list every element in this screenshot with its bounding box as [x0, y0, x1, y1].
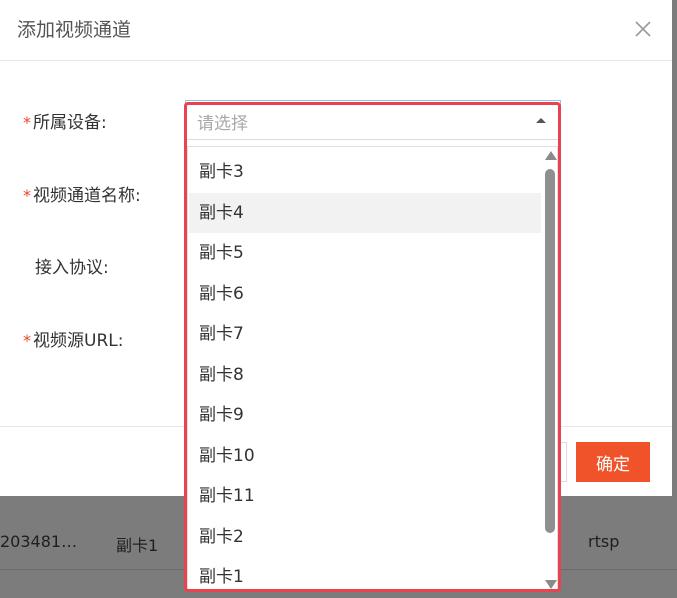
dropdown-option[interactable]: 副卡3 — [189, 152, 541, 192]
dialog-header: 添加视频通道 — [0, 0, 672, 61]
dropdown-scrollbar[interactable] — [542, 147, 557, 589]
dropdown-option[interactable]: 副卡5 — [189, 233, 541, 273]
field-label-device: * 所属设备: — [23, 108, 107, 133]
close-icon — [635, 21, 651, 37]
device-select[interactable]: 请选择 — [185, 100, 561, 140]
field-label-channel-name: * 视频通道名称: — [23, 181, 141, 206]
screen: 203481… 副卡1 rtsp 添加视频通道 * 所属设备: * 视频通道名称: … — [0, 0, 677, 598]
field-label-source-url: * 视频源URL: — [23, 326, 123, 351]
label-text: 视频通道名称: — [33, 186, 141, 206]
close-button[interactable] — [628, 14, 658, 44]
table-cell-device: 副卡1 — [116, 536, 159, 555]
dropdown-option[interactable]: 副卡1 — [189, 557, 541, 589]
caret-up-icon — [536, 118, 546, 123]
dropdown-option[interactable]: 副卡8 — [189, 355, 541, 395]
dialog-title: 添加视频通道 — [17, 19, 132, 41]
dropdown-option[interactable]: 副卡11 — [189, 476, 541, 516]
overlay-edge — [672, 0, 677, 496]
dropdown-option[interactable]: 副卡4 — [189, 193, 541, 233]
dropdown-option[interactable]: 副卡9 — [189, 395, 541, 435]
device-dropdown[interactable]: 副卡3 副卡4 副卡5 副卡6 副卡7 副卡8 副卡9 副卡10 副卡11 副卡… — [187, 146, 558, 590]
field-label-protocol: 接入协议: — [35, 253, 109, 278]
confirm-button[interactable]: 确定 — [576, 442, 650, 482]
label-text: 所属设备: — [33, 113, 107, 133]
select-placeholder: 请选择 — [197, 114, 248, 134]
dropdown-option[interactable]: 副卡2 — [189, 517, 541, 557]
dropdown-option[interactable]: 副卡10 — [189, 436, 541, 476]
scrollbar-thumb[interactable] — [545, 169, 555, 533]
dropdown-option[interactable]: 副卡6 — [189, 274, 541, 314]
required-mark: * — [23, 186, 31, 205]
required-mark: * — [23, 331, 31, 350]
scroll-up-arrow-icon[interactable] — [545, 151, 557, 160]
table-cell-id: 203481… — [0, 532, 78, 551]
dropdown-option[interactable]: 副卡7 — [189, 314, 541, 354]
required-mark: * — [23, 113, 31, 132]
table-cell-protocol: rtsp — [588, 532, 620, 551]
label-text: 接入协议: — [35, 258, 109, 278]
scroll-down-arrow-icon[interactable] — [545, 580, 557, 589]
label-text: 视频源URL: — [33, 331, 124, 351]
